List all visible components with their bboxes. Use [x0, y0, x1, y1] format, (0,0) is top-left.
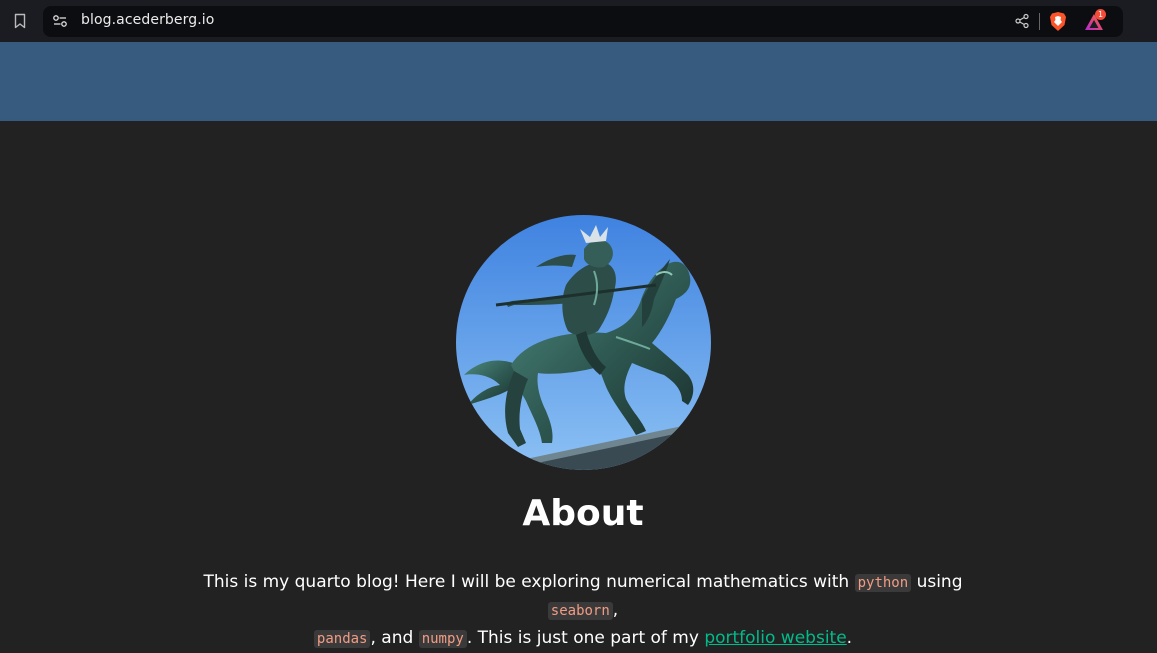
about-text-end: . — [846, 628, 853, 648]
url-bar-divider — [1039, 13, 1040, 30]
about-text-part: . This is just one part of my — [466, 628, 705, 648]
address-bar[interactable]: blog.acederberg.io 1 — [43, 6, 1123, 37]
site-navbar — [0, 42, 1157, 121]
code-seaborn: seaborn — [547, 602, 613, 620]
site-info-icon[interactable] — [52, 13, 68, 29]
brave-shields-icon[interactable] — [1048, 11, 1068, 32]
page-title: About — [522, 493, 644, 534]
code-python: python — [854, 574, 912, 592]
profile-image — [456, 215, 711, 470]
about-text-comma: , — [612, 600, 619, 620]
about-description: This is my quarto blog! Here I will be e… — [200, 569, 966, 653]
bookmark-icon[interactable] — [10, 11, 30, 31]
code-pandas: pandas — [313, 630, 371, 648]
about-text-using: using — [911, 572, 963, 592]
portfolio-website-link[interactable]: portfolio website — [704, 628, 846, 648]
samurai-statue-image — [456, 215, 711, 470]
about-text-and: , and — [370, 628, 419, 648]
browser-toolbar: blog.acederberg.io 1 — [0, 0, 1157, 42]
url-text[interactable]: blog.acederberg.io — [81, 12, 214, 28]
code-numpy: numpy — [418, 630, 467, 648]
about-text-intro: This is my quarto blog! Here I will be e… — [203, 572, 855, 592]
rewards-notification-badge: 1 — [1095, 9, 1106, 20]
share-icon[interactable] — [1014, 13, 1030, 29]
